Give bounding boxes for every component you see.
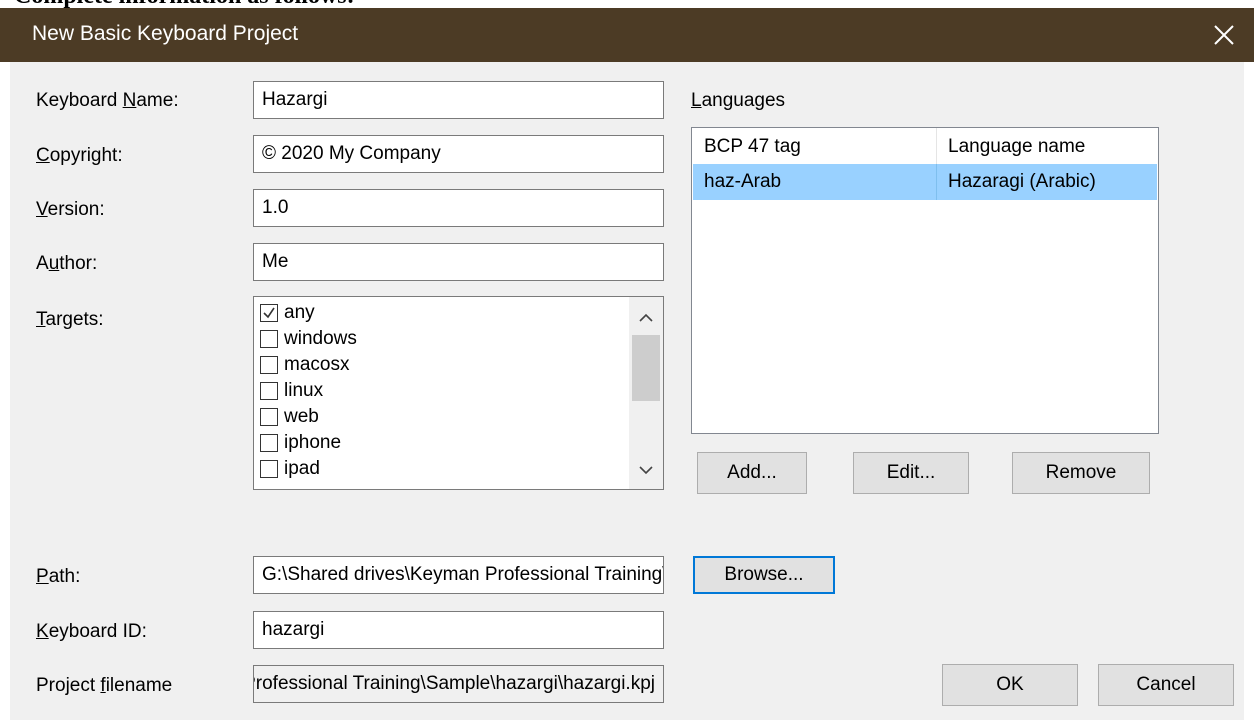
targets-scrollbar[interactable] [629,297,663,489]
keyboard-id-input[interactable]: hazargi [253,611,664,649]
version-label: Version: [36,199,105,220]
chevron-down-icon [639,466,653,475]
scroll-thumb[interactable] [632,335,660,401]
author-label: Author: [36,253,98,274]
language-name-cell: Hazaragi (Arabic) [948,171,1096,192]
remove-language-button[interactable]: Remove [1012,452,1150,494]
languages-label: Languages [691,90,786,111]
keyboard-name-label: Keyboard Name: [36,90,179,111]
target-item-linux[interactable]: linux [260,379,323,403]
row-separator [936,164,937,200]
keyboard-name-input[interactable]: Hazargi [253,81,664,119]
close-button[interactable] [1194,8,1254,62]
checkbox[interactable] [260,330,278,348]
close-icon [1214,25,1234,45]
checkmark-icon [263,307,275,319]
targets-checklist[interactable]: any windows macosx linux web iphone ipad [253,296,664,490]
target-item-any[interactable]: any [260,301,315,325]
language-row-selected[interactable]: haz-Arab Hazaragi (Arabic) [693,164,1157,200]
checkbox[interactable] [260,460,278,478]
target-item-windows[interactable]: windows [260,327,357,351]
column-header-language-name[interactable]: Language name [948,136,1085,158]
cancel-button[interactable]: Cancel [1098,664,1234,706]
browse-button[interactable]: Browse... [693,556,835,594]
dialog-titlebar: New Basic Keyboard Project [0,8,1254,62]
checkbox[interactable] [260,356,278,374]
dialog-right-edge [1244,62,1254,720]
scroll-up-button[interactable] [629,301,663,335]
language-tag-cell: haz-Arab [704,171,782,192]
checkbox[interactable] [260,382,278,400]
dialog-left-edge [0,62,10,720]
path-label: Path: [36,566,81,587]
edit-language-button[interactable]: Edit... [853,452,969,494]
target-item-iphone[interactable]: iphone [260,431,341,455]
add-language-button[interactable]: Add... [697,452,807,494]
project-filename-label: Project filename [36,675,173,696]
target-item-ipad[interactable]: ipad [260,457,320,481]
checkbox[interactable] [260,408,278,426]
author-input[interactable]: Me [253,243,664,281]
target-item-web[interactable]: web [260,405,319,429]
chevron-up-icon [639,313,653,322]
version-input[interactable]: 1.0 [253,189,664,227]
path-input[interactable]: G:\Shared drives\Keyman Professional Tra… [253,556,664,594]
dialog-title: New Basic Keyboard Project [32,22,299,45]
checkbox-checked[interactable] [260,304,278,322]
ok-button[interactable]: OK [942,664,1078,706]
languages-list[interactable]: BCP 47 tag Language name haz-Arab Hazara… [691,127,1159,434]
copyright-input[interactable]: © 2020 My Company [253,135,664,173]
project-filename-field: es\Keyman Professional Training\Sample\h… [253,665,664,703]
checkbox[interactable] [260,434,278,452]
column-header-bcp47[interactable]: BCP 47 tag [704,136,801,158]
targets-label: Targets: [36,309,104,330]
scroll-down-button[interactable] [629,453,663,487]
target-item-macosx[interactable]: macosx [260,353,349,377]
copyright-label: Copyright: [36,145,123,166]
keyboard-id-label: Keyboard ID: [36,621,147,642]
